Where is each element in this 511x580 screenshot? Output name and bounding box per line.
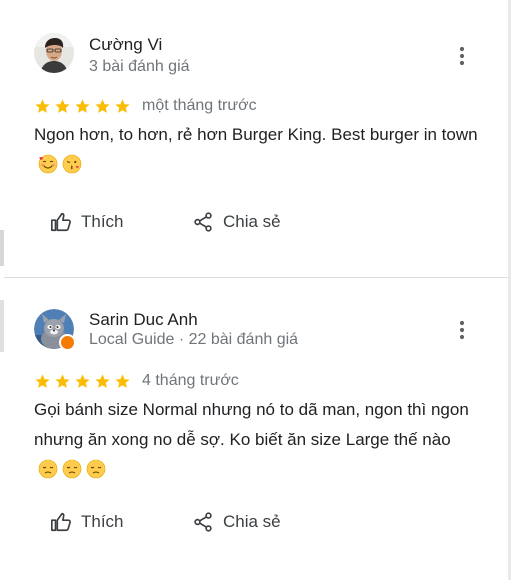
share-button[interactable]: Chia sẻ (192, 511, 281, 533)
star-rating (34, 98, 131, 115)
review-text-block: Ngon hơn, to hơn, rẻ hơn Burger King. Be… (34, 120, 484, 180)
share-icon (194, 212, 212, 232)
review-card: Cường Vi 3 bài đánh giá một tháng trước … (4, 0, 508, 278)
star-icon (115, 98, 130, 113)
star-icon (55, 98, 70, 113)
downcast-face-icon (86, 459, 106, 479)
thumb-up-icon (51, 512, 71, 532)
author-name[interactable]: Cường Vi (89, 35, 162, 55)
review-count: Local Guide · 22 bài đánh giá (89, 331, 299, 348)
star-icon (35, 373, 50, 388)
emoji-row (38, 154, 82, 174)
like-label: Thích (81, 512, 124, 531)
review-text-block: Gọi bánh size Normal nhưng nó to dã man,… (34, 395, 484, 485)
more-vert-icon[interactable] (452, 318, 472, 342)
avatar[interactable] (34, 309, 76, 351)
review-time: 4 tháng trước (142, 372, 239, 389)
share-button[interactable]: Chia sẻ (192, 211, 281, 233)
like-button[interactable]: Thích (50, 211, 124, 233)
thumb-up-icon (51, 212, 71, 232)
star-icon (75, 373, 90, 388)
review-text: Gọi bánh size Normal nhưng nó to dã man,… (34, 400, 469, 449)
star-icon (35, 98, 50, 113)
star-icon (75, 98, 90, 113)
smiling-face-with-hearts-icon (38, 154, 58, 174)
like-button[interactable]: Thích (50, 511, 124, 533)
review-card: Sarin Duc Anh Local Guide · 22 bài đánh … (4, 279, 508, 580)
local-guide-badge (59, 334, 76, 351)
share-icon (194, 512, 212, 532)
face-blowing-a-kiss-icon (62, 154, 82, 174)
star-icon (95, 98, 110, 113)
star-icon (115, 373, 130, 388)
review-count: 3 bài đánh giá (89, 58, 190, 75)
review-text: Ngon hơn, to hơn, rẻ hơn Burger King. Be… (34, 125, 478, 144)
rating-row: một tháng trước (34, 95, 257, 117)
star-icon (55, 373, 70, 388)
avatar-photo (34, 33, 74, 73)
downcast-face-icon (38, 459, 58, 479)
review-time: một tháng trước (142, 97, 257, 114)
emoji-row (38, 459, 106, 479)
author-name[interactable]: Sarin Duc Anh (89, 310, 198, 330)
share-label: Chia sẻ (223, 512, 281, 531)
star-rating (34, 373, 131, 390)
star-icon (95, 373, 110, 388)
share-label: Chia sẻ (223, 212, 281, 231)
more-vert-icon[interactable] (452, 44, 472, 68)
like-label: Thích (81, 212, 124, 231)
avatar[interactable] (34, 33, 74, 73)
downcast-face-icon (62, 459, 82, 479)
rating-row: 4 tháng trước (34, 370, 239, 392)
